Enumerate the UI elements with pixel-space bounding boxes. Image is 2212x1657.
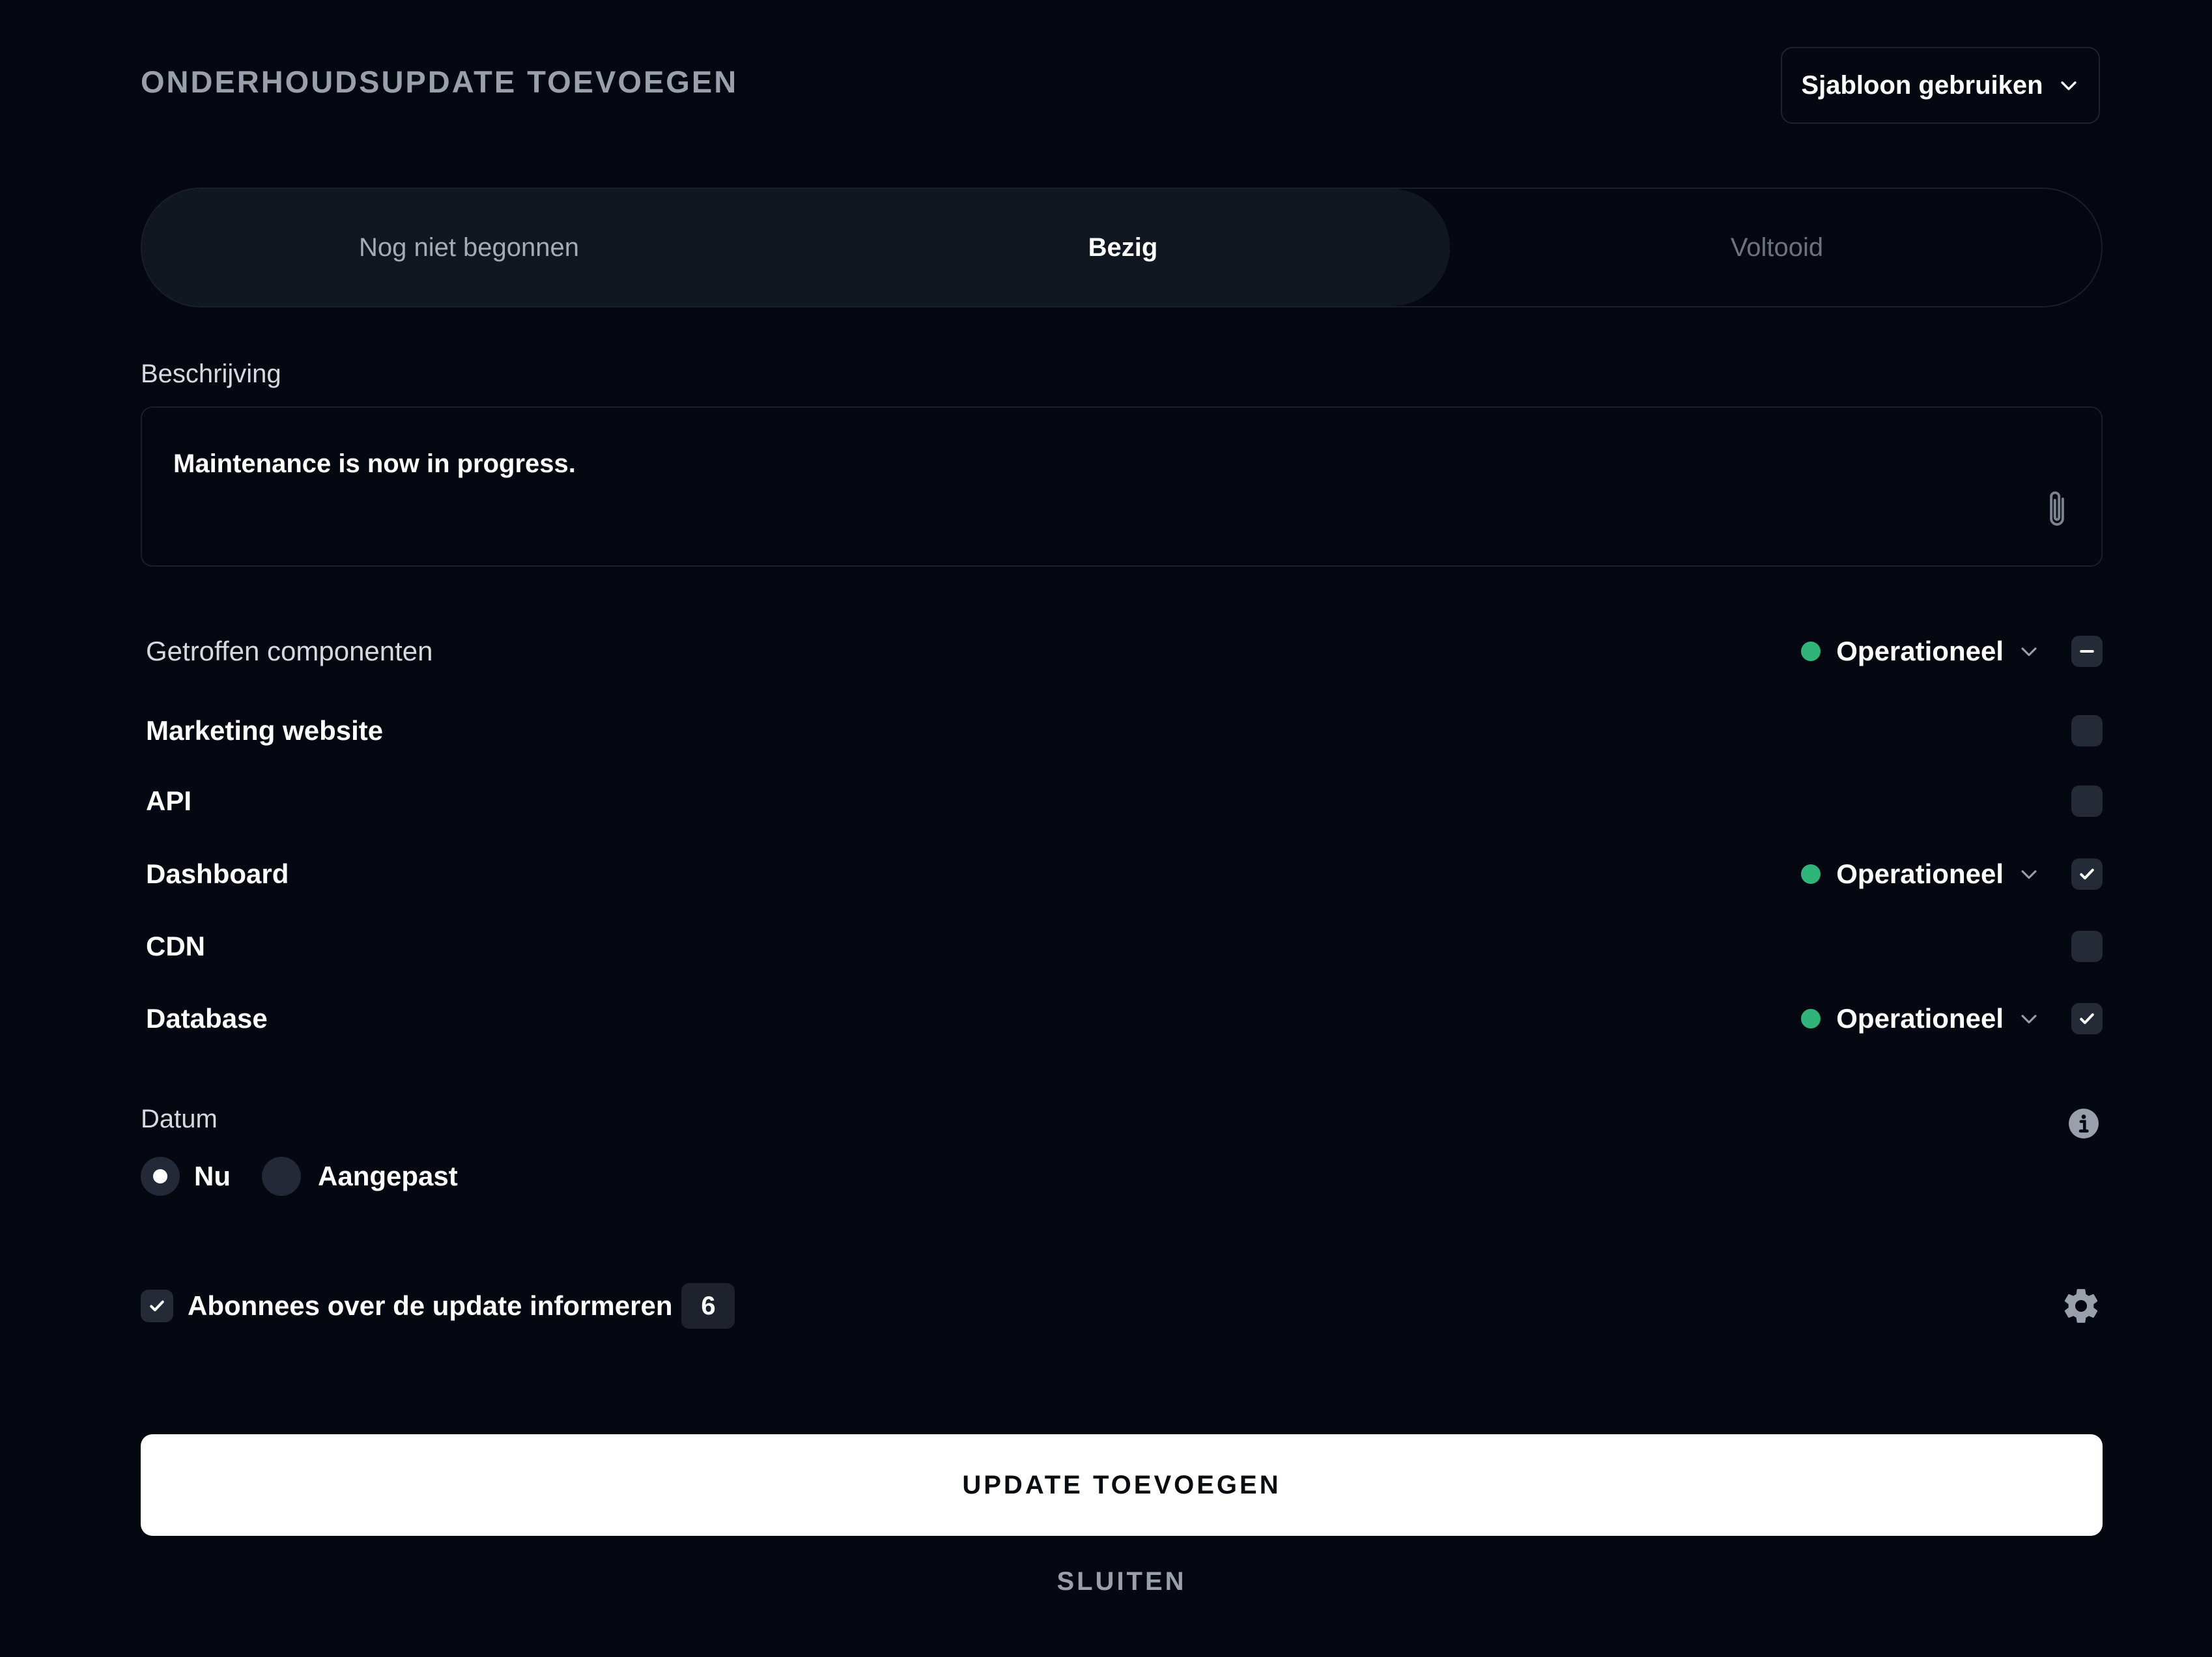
- gear-icon[interactable]: [2061, 1286, 2101, 1326]
- component-row-api: API: [146, 772, 2103, 830]
- description-text: Maintenance is now in progress.: [173, 449, 576, 478]
- status-option-not-started[interactable]: Nog niet begonnen: [142, 189, 796, 306]
- component-name: Database: [146, 1003, 268, 1034]
- date-custom-radio[interactable]: [262, 1157, 301, 1196]
- component-row-database: Database Operationeel: [146, 989, 2103, 1048]
- check-icon: [2080, 868, 2094, 880]
- chevron-down-icon: [2060, 81, 2077, 91]
- component-name: Dashboard: [146, 858, 289, 889]
- select-all-checkbox[interactable]: [2071, 636, 2103, 667]
- date-now-label: Nu: [194, 1161, 231, 1191]
- component-checkbox[interactable]: [2071, 931, 2103, 962]
- notify-subscribers-checkbox[interactable]: [141, 1290, 173, 1322]
- close-button[interactable]: SLUITEN: [141, 1561, 2103, 1602]
- description-textarea[interactable]: Maintenance is now in progress.: [141, 406, 2103, 567]
- date-radio-group: Nu Aangepast: [141, 1157, 458, 1196]
- component-row-marketing-website: Marketing website: [146, 701, 2103, 760]
- component-name: API: [146, 786, 192, 816]
- components-header-row: Getroffen componenten Operationeel: [146, 622, 2103, 681]
- status-dot: [1801, 642, 1821, 661]
- components-label: Getroffen componenten: [146, 636, 433, 666]
- notify-subscribers-label: Abonnees over de update informeren: [188, 1290, 673, 1321]
- status-dot: [1801, 864, 1821, 884]
- status-option-completed[interactable]: Voltooid: [1450, 189, 2101, 306]
- status-label: Operationeel: [1836, 858, 2004, 889]
- paperclip-icon[interactable]: [2043, 489, 2071, 530]
- add-update-button[interactable]: UPDATE TOEVOEGEN: [141, 1434, 2103, 1536]
- minus-icon: [2080, 650, 2094, 653]
- date-label: Datum: [141, 1105, 218, 1133]
- component-row-dashboard: Dashboard Operationeel: [146, 845, 2103, 903]
- notify-subscribers-row: Abonnees over de update informeren 6: [141, 1283, 735, 1329]
- component-checkbox[interactable]: [2071, 786, 2103, 817]
- info-icon[interactable]: [2067, 1107, 2100, 1140]
- date-custom-label: Aangepast: [318, 1161, 458, 1191]
- description-label: Beschrijving: [141, 360, 281, 388]
- status-segmented-control: Nog niet begonnen Bezig Voltooid: [141, 188, 2103, 307]
- check-icon: [2080, 1013, 2094, 1025]
- component-name: CDN: [146, 931, 205, 961]
- chevron-down-icon: [2021, 1015, 2037, 1024]
- status-label: Operationeel: [1836, 636, 2004, 666]
- subscriber-count-badge: 6: [681, 1283, 735, 1329]
- modal-title: ONDERHOUDSUPDATE TOEVOEGEN: [141, 64, 739, 99]
- use-template-dropdown[interactable]: Sjabloon gebruiken: [1781, 47, 2100, 124]
- component-checkbox[interactable]: [2071, 715, 2103, 746]
- component-status-dropdown[interactable]: Operationeel: [1801, 1003, 2040, 1034]
- component-row-cdn: CDN: [146, 917, 2103, 976]
- chevron-down-icon: [2021, 647, 2037, 657]
- status-dot: [1801, 1009, 1821, 1028]
- status-option-in-progress[interactable]: Bezig: [796, 189, 1450, 306]
- component-status-dropdown[interactable]: Operationeel: [1801, 858, 2040, 890]
- component-name: Marketing website: [146, 715, 384, 746]
- status-label: Operationeel: [1836, 1003, 2004, 1034]
- date-now-radio[interactable]: [141, 1157, 180, 1196]
- check-icon: [150, 1300, 164, 1312]
- components-bulk-status-dropdown[interactable]: Operationeel: [1801, 636, 2040, 667]
- component-checkbox[interactable]: [2071, 1003, 2103, 1034]
- template-dropdown-label: Sjabloon gebruiken: [1801, 70, 2043, 100]
- chevron-down-icon: [2021, 870, 2037, 879]
- component-checkbox[interactable]: [2071, 858, 2103, 890]
